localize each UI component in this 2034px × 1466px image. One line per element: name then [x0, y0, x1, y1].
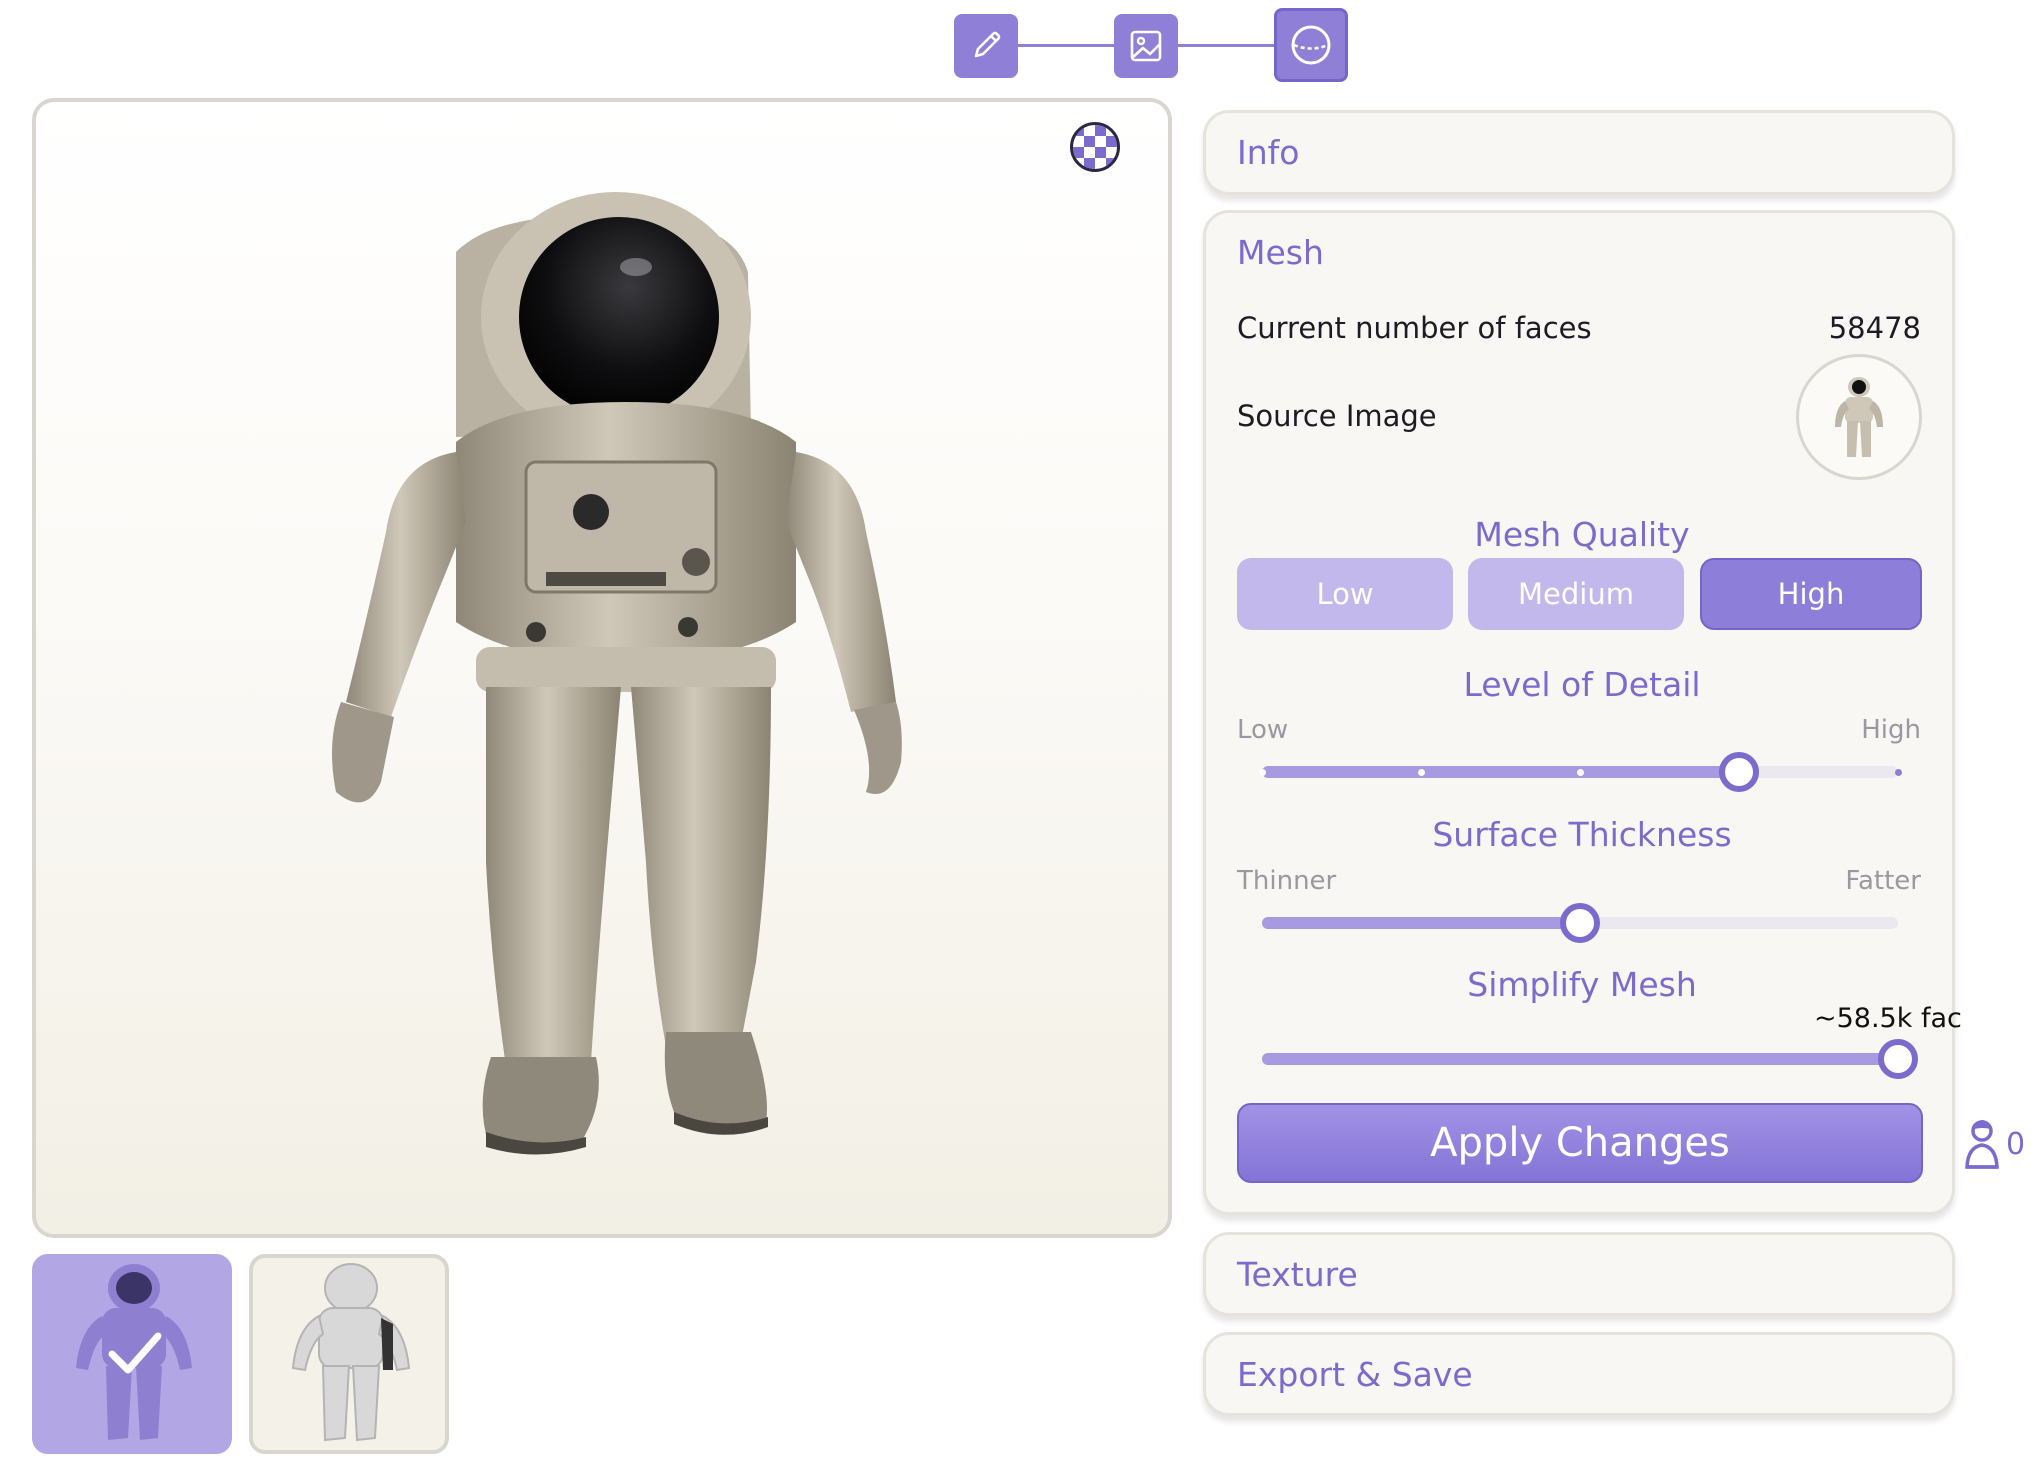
thickness-slider-handle[interactable] — [1560, 903, 1600, 943]
step-mesh[interactable] — [1274, 8, 1348, 82]
simplify-face-count: ~58.5k fac — [1814, 1003, 1962, 1034]
quality-medium-button[interactable]: Medium — [1468, 558, 1684, 630]
mesh-title[interactable]: Mesh — [1237, 233, 1324, 272]
mesh-sphere-icon — [1291, 25, 1331, 65]
surface-thickness-label: Surface Thickness — [1432, 815, 1732, 854]
lod-step-tick[interactable] — [1258, 768, 1266, 776]
model-viewer[interactable] — [32, 98, 1172, 1238]
lod-step-tick[interactable] — [1417, 768, 1425, 776]
source-image-label: Source Image — [1237, 399, 1437, 433]
step-edit-prompt[interactable] — [954, 14, 1018, 78]
info-section[interactable]: Info — [1203, 110, 1955, 195]
astronaut-source-thumbnail — [1835, 377, 1883, 457]
credits-count: 0 — [2006, 1126, 2026, 1162]
astronaut-thumbnail — [291, 1263, 411, 1442]
simplify-slider-fill — [1262, 1053, 1898, 1065]
lod-max-label: High — [1861, 715, 1921, 745]
export-title[interactable]: Export & Save — [1237, 1355, 1473, 1394]
background-toggle[interactable] — [1070, 122, 1120, 172]
lod-step-tick[interactable] — [1894, 768, 1902, 776]
lod-step-tick[interactable] — [1576, 768, 1584, 776]
stepper-connector — [1178, 44, 1274, 47]
simplify-mesh-slider[interactable] — [1262, 1039, 1918, 1079]
faces-value: 58478 — [1828, 311, 1921, 345]
quality-low-button[interactable]: Low — [1237, 558, 1453, 630]
thumbnail-untextured-model[interactable] — [249, 1254, 449, 1454]
thumbnail-textured-model[interactable] — [32, 1254, 232, 1454]
apply-changes-button[interactable]: Apply Changes — [1237, 1103, 1923, 1183]
thickness-max-label: Fatter — [1845, 866, 1921, 896]
simplify-mesh-label: Simplify Mesh — [1467, 965, 1697, 1004]
image-icon — [1130, 30, 1162, 62]
stepper-connector — [1018, 44, 1114, 47]
surface-thickness-slider[interactable] — [1262, 903, 1898, 943]
astronaut-thumbnail — [76, 1264, 192, 1440]
pencil-icon — [974, 31, 1001, 58]
source-image-preview[interactable] — [1796, 354, 1922, 480]
thickness-slider-fill — [1262, 917, 1580, 929]
user-bust-icon — [1965, 1120, 1999, 1169]
level-of-detail-slider[interactable] — [1258, 752, 1902, 792]
texture-section[interactable]: Texture — [1203, 1232, 1955, 1316]
faces-label: Current number of faces — [1237, 311, 1592, 345]
simplify-slider-handle[interactable] — [1878, 1039, 1918, 1079]
lod-min-label: Low — [1237, 715, 1289, 745]
thickness-min-label: Thinner — [1237, 866, 1337, 896]
step-image[interactable] — [1114, 14, 1178, 78]
checkerboard-icon — [1073, 125, 1117, 169]
level-of-detail-label: Level of Detail — [1463, 665, 1701, 704]
lod-slider-handle[interactable] — [1719, 752, 1759, 792]
quality-high-button[interactable]: High — [1700, 558, 1922, 630]
lod-slider-fill — [1262, 766, 1739, 778]
credits-indicator: 0 — [1962, 1117, 2025, 1171]
info-title[interactable]: Info — [1237, 133, 1299, 172]
astronaut-model[interactable] — [36, 102, 1172, 1238]
mesh-quality-label: Mesh Quality — [1474, 515, 1690, 554]
export-section[interactable]: Export & Save — [1203, 1332, 1955, 1416]
mesh-section: Mesh Current number of faces 58478 Sourc… — [1203, 210, 1962, 1215]
workflow-stepper — [0, 8, 2034, 88]
texture-title[interactable]: Texture — [1237, 1255, 1358, 1294]
